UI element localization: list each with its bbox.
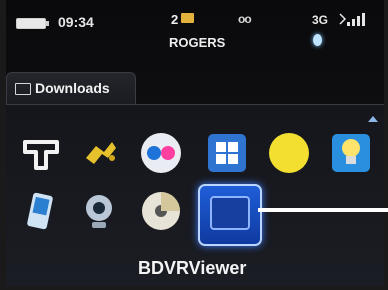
envelope-icon	[181, 13, 194, 23]
phone-screen: 09:34 2 oo ROGERS 3G Downloads BDVRViewe…	[6, 0, 384, 286]
puzzle-icon	[86, 142, 116, 164]
folder-label: Downloads	[35, 80, 110, 96]
flickr-icon	[141, 133, 181, 173]
selected-app-name: BDVRViewer	[138, 258, 247, 278]
app-webcam-icon[interactable]	[74, 186, 124, 236]
yellow-circle-icon	[269, 133, 309, 173]
voicemail-icon: oo	[238, 12, 252, 26]
battery-icon	[16, 18, 49, 29]
app-dvd-icon[interactable]	[136, 186, 186, 236]
app-puzzle-icon[interactable]	[74, 128, 124, 178]
app-t-icon[interactable]	[16, 128, 66, 178]
message-count: 2	[171, 12, 179, 27]
app-yellow-circle-icon[interactable]	[264, 128, 314, 178]
network-type: 3G	[312, 13, 329, 27]
clock: 09:34	[58, 14, 94, 30]
status-bar: 09:34 2 oo ROGERS 3G	[6, 0, 384, 60]
webcam-icon	[86, 195, 112, 228]
folder-tab[interactable]: Downloads	[6, 72, 136, 105]
lightbulb-icon	[332, 134, 370, 172]
callout-line	[258, 208, 388, 212]
dvd-icon	[142, 192, 180, 230]
bluetooth-icon	[313, 34, 322, 46]
app-bdvrviewer-icon[interactable]	[198, 184, 262, 246]
app-flickr-icon[interactable]	[136, 128, 186, 178]
windows-live-icon	[208, 134, 246, 172]
t-icon	[23, 140, 59, 170]
bdvrviewer-icon	[210, 196, 250, 230]
app-lightbulb-icon[interactable]	[326, 128, 376, 178]
signal-icon	[339, 13, 365, 26]
carrier-name: ROGERS	[169, 35, 226, 50]
folder-icon	[15, 83, 31, 95]
app-device-icon[interactable]	[16, 186, 66, 236]
app-windows-live-icon[interactable]	[202, 128, 252, 178]
device-icon	[27, 192, 53, 230]
scroll-up-icon[interactable]	[368, 116, 378, 122]
